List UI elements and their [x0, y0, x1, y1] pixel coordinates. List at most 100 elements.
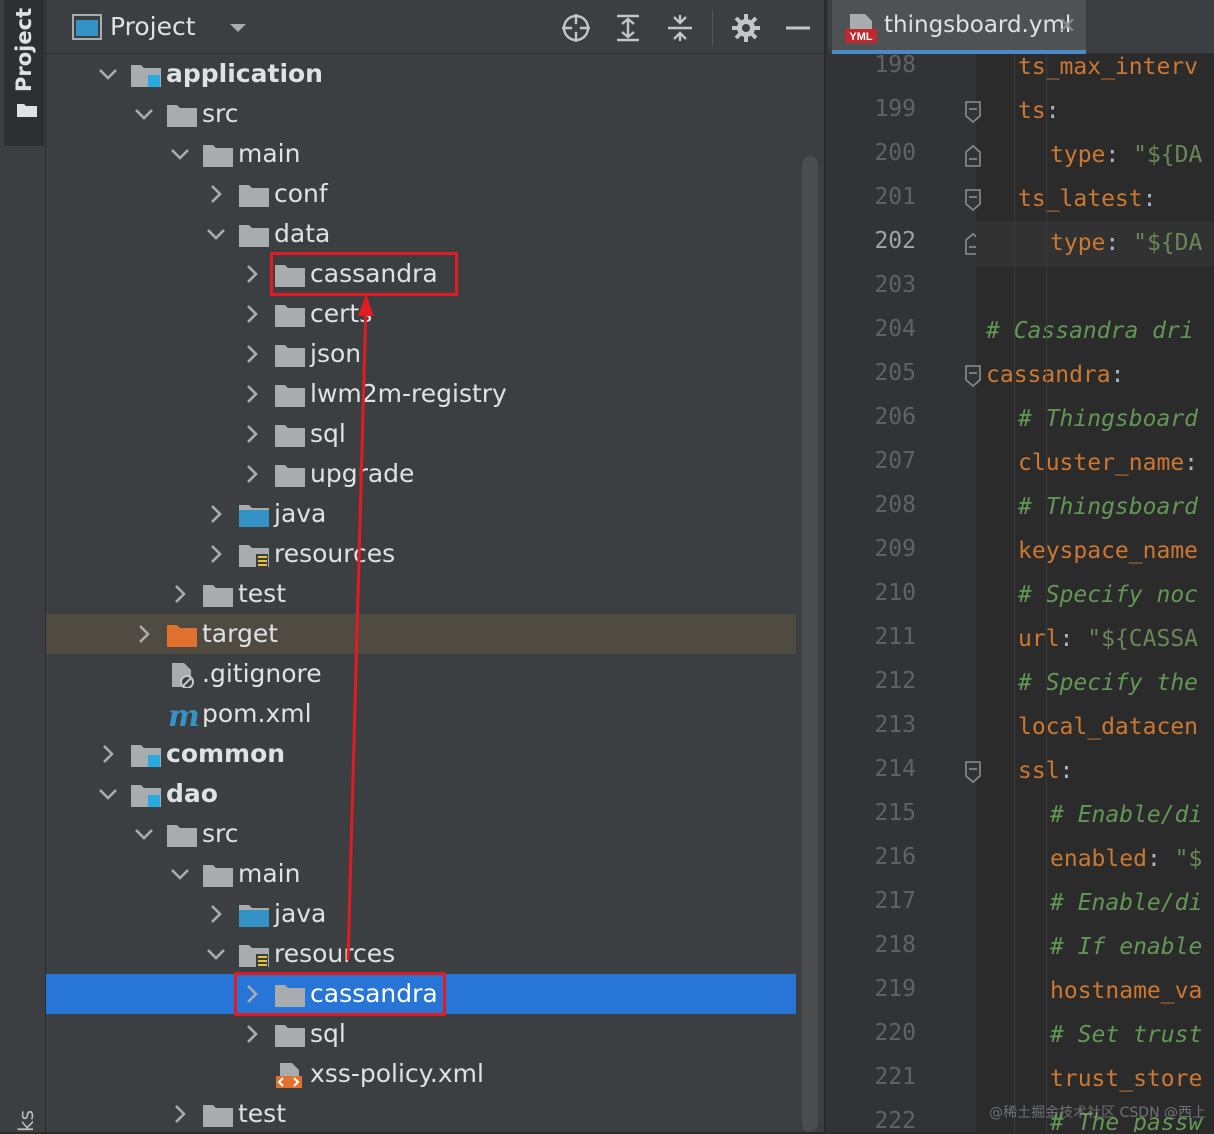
code-area[interactable]: ts_max_interv ts: type: "${DA ts_latest: typ…: [976, 54, 1214, 1132]
chevron-right-icon[interactable]: [240, 342, 264, 366]
line-number: 218: [874, 932, 916, 958]
tree-node-test[interactable]: test: [46, 1094, 796, 1132]
punctuation: :: [1059, 758, 1074, 784]
chevron-down-icon[interactable]: [168, 142, 192, 166]
gear-icon[interactable]: [730, 12, 762, 44]
editor-panel: YML thingsboard.yml ✕ 198 199 200 201 202 203…: [826, 0, 1214, 1134]
chevron-down-icon[interactable]: [96, 62, 120, 86]
tree-node-java[interactable]: java: [46, 894, 796, 934]
line-number: 216: [874, 844, 916, 870]
comment: # Thingsboard: [1018, 406, 1199, 432]
collapse-all-icon[interactable]: [664, 12, 696, 44]
tree-node-label: common: [166, 739, 286, 768]
punctuation: :: [1059, 626, 1088, 652]
tree-node-dao[interactable]: dao: [46, 774, 796, 814]
comment: # Enable/di: [1050, 890, 1203, 916]
tree-node-main[interactable]: main: [46, 854, 796, 894]
yaml-key: cassandra: [986, 362, 1111, 388]
tree-node-xss-policy-xml[interactable]: xss-policy.xml: [46, 1054, 796, 1094]
code-line: local_datacen: [1018, 712, 1198, 742]
folder-icon: [275, 425, 305, 447]
minimize-icon[interactable]: [782, 12, 814, 44]
tree-node-label: java: [274, 499, 327, 528]
chevron-right-icon[interactable]: [240, 1022, 264, 1046]
tree-node-lwm2m-registry[interactable]: lwm2m-registry: [46, 374, 796, 414]
tree-node-resources[interactable]: resources: [46, 534, 796, 574]
tree-node-sql[interactable]: sql: [46, 414, 796, 454]
bookmarks-tool-tab[interactable]: ks: [10, 1102, 38, 1132]
yaml-key: url: [1018, 626, 1060, 652]
tree-node-label: test: [238, 1099, 287, 1128]
yaml-key: ssl: [1018, 758, 1060, 784]
comment: # Cassandra dri: [986, 318, 1194, 344]
tree-node-gitignore[interactable]: .gitignore: [46, 654, 796, 694]
tree-node-pom-xml[interactable]: m pom.xml: [46, 694, 796, 734]
vertical-scrollbar[interactable]: [802, 156, 818, 1132]
editor-tab-thingsboard-yml[interactable]: YML thingsboard.yml ✕: [832, 0, 1086, 54]
chevron-right-icon[interactable]: [204, 182, 228, 206]
folder-icon: [275, 465, 305, 487]
line-number: 207: [874, 448, 916, 474]
chevron-down-icon[interactable]: [168, 862, 192, 886]
chevron-right-icon[interactable]: [240, 302, 264, 326]
code-line: hostname_va: [1050, 976, 1202, 1006]
tree-node-data[interactable]: data: [46, 214, 796, 254]
tree-node-java[interactable]: java: [46, 494, 796, 534]
tree-node-upgrade[interactable]: upgrade: [46, 454, 796, 494]
chevron-right-icon[interactable]: [96, 742, 120, 766]
editor-tab-label: thingsboard.yml: [884, 12, 1072, 38]
tree-node-sql[interactable]: sql: [46, 1014, 796, 1054]
chevron-right-icon[interactable]: [240, 382, 264, 406]
tree-node-label: target: [202, 619, 279, 648]
yaml-key: ts: [1018, 98, 1046, 124]
tree-node-application[interactable]: application: [46, 54, 796, 94]
project-panel-header: Project: [46, 0, 824, 54]
yaml-key: trust_store: [1050, 1066, 1203, 1092]
chevron-right-icon[interactable]: [204, 502, 228, 526]
chevron-right-icon[interactable]: [168, 582, 192, 606]
string-literal: "${DA: [1133, 142, 1203, 168]
tree-node-src[interactable]: src: [46, 814, 796, 854]
comment: # Enable/di: [1050, 802, 1203, 828]
chevron-right-icon[interactable]: [204, 542, 228, 566]
yaml-key: local_datacen: [1018, 714, 1199, 740]
chevron-down-icon[interactable]: [132, 102, 156, 126]
indent-guide: [1046, 54, 1047, 1132]
chevron-down-icon[interactable]: [226, 16, 250, 40]
line-number: 210: [874, 580, 916, 606]
chevron-right-icon[interactable]: [132, 622, 156, 646]
tree-node-conf[interactable]: conf: [46, 174, 796, 214]
tree-node-resources[interactable]: resources: [46, 934, 796, 974]
svg-text:m: m: [168, 702, 198, 728]
tree-node-label: upgrade: [310, 459, 415, 488]
tree-node-test[interactable]: test: [46, 574, 796, 614]
locate-icon[interactable]: [560, 12, 592, 44]
expand-all-icon[interactable]: [612, 12, 644, 44]
code-line: cassandra:: [986, 360, 1124, 390]
line-number: 220: [874, 1020, 916, 1046]
project-tool-tab[interactable]: Project: [4, 0, 44, 146]
tree-node-json[interactable]: json: [46, 334, 796, 374]
chevron-down-icon[interactable]: [204, 942, 228, 966]
chevron-down-icon[interactable]: [132, 822, 156, 846]
chevron-right-icon[interactable]: [240, 262, 264, 286]
tree-node-src[interactable]: src: [46, 94, 796, 134]
yaml-key: keyspace_name: [1018, 538, 1199, 564]
folder-icon: [17, 104, 37, 117]
resources-icon: [239, 545, 269, 567]
folder-icon: [203, 1105, 233, 1127]
chevron-down-icon[interactable]: [204, 222, 228, 246]
tree-node-label: java: [274, 899, 327, 928]
chevron-down-icon[interactable]: [96, 782, 120, 806]
chevron-right-icon[interactable]: [240, 422, 264, 446]
close-icon[interactable]: ✕: [1058, 14, 1076, 39]
tree-node-certs[interactable]: certs: [46, 294, 796, 334]
chevron-right-icon[interactable]: [240, 462, 264, 486]
chevron-right-icon[interactable]: [168, 1102, 192, 1126]
chevron-right-icon[interactable]: [204, 902, 228, 926]
tree-node-main[interactable]: main: [46, 134, 796, 174]
tree-node-target[interactable]: target: [46, 614, 796, 654]
tree-node-common[interactable]: common: [46, 734, 796, 774]
code-line: url: "${CASSA: [1018, 624, 1198, 654]
punctuation: :: [1146, 846, 1175, 872]
